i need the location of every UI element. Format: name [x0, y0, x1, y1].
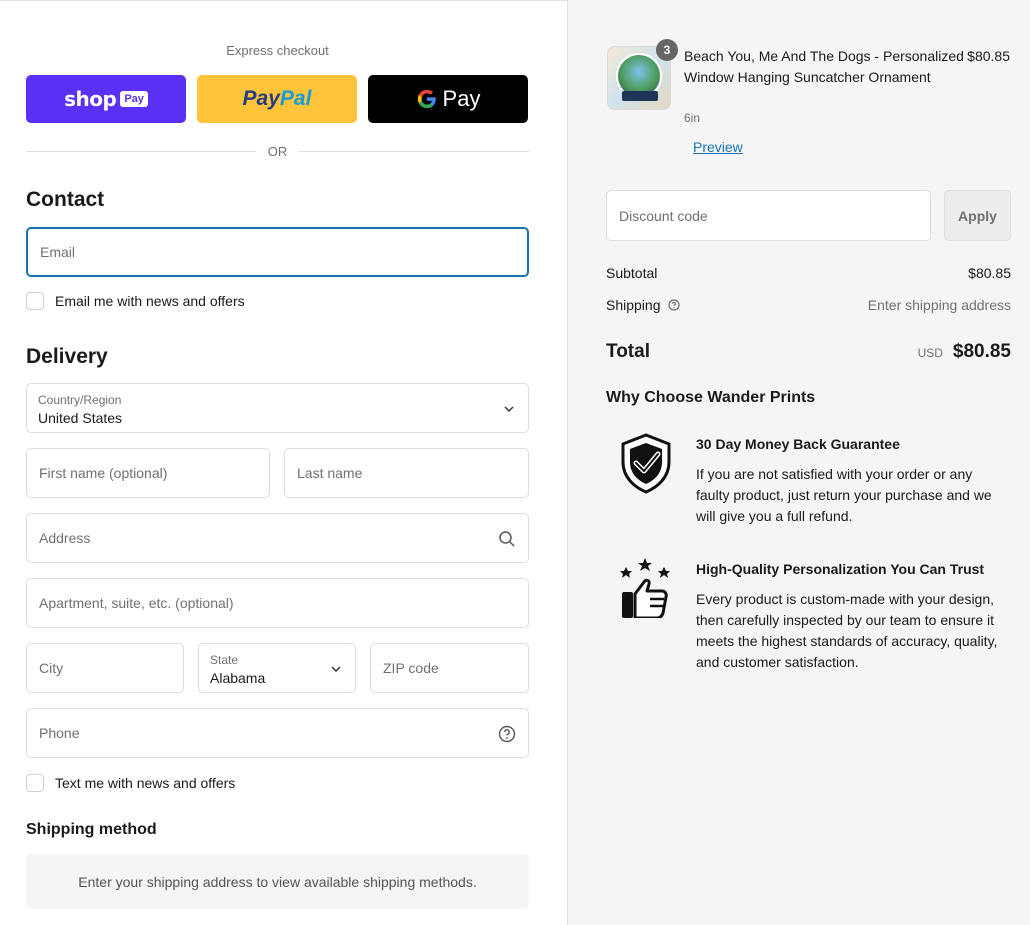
- sms-checkbox-row[interactable]: Text me with news and offers: [26, 774, 235, 792]
- subtotal-value: $80.85: [968, 265, 1011, 281]
- country-select[interactable]: Country/Region United States: [26, 383, 529, 433]
- paypal-button[interactable]: Pay Pal: [197, 75, 357, 123]
- address-input[interactable]: [27, 514, 528, 562]
- shipping-method-heading: Shipping method: [26, 821, 157, 838]
- shop-pay-button[interactable]: shop Pay: [26, 75, 186, 123]
- feature-title-personalization: High-Quality Personalization You Can Tru…: [696, 561, 985, 577]
- or-divider-line-right: [299, 150, 529, 152]
- google-g-icon: [417, 89, 436, 109]
- paypal-word-pay: Pay: [242, 87, 280, 110]
- subtotal-row: Subtotal $80.85: [606, 265, 1011, 281]
- or-divider-line-left: [26, 150, 256, 152]
- google-pay-word: Pay: [442, 86, 481, 111]
- newsletter-checkbox-row[interactable]: Email me with news and offers: [26, 292, 245, 310]
- product-price: $80.85: [967, 48, 1010, 64]
- city-input[interactable]: [27, 644, 183, 692]
- apartment-input[interactable]: [27, 579, 528, 627]
- apply-discount-button[interactable]: Apply: [944, 190, 1011, 241]
- discount-input[interactable]: [607, 191, 930, 240]
- shield-check-icon: [621, 433, 671, 494]
- first-name-field[interactable]: [26, 448, 270, 498]
- product-title: Beach You, Me And The Dogs - Personalize…: [684, 48, 964, 85]
- feature-text-personalization: Every product is custom-made with your d…: [696, 591, 998, 670]
- email-input[interactable]: [28, 229, 527, 275]
- zip-field[interactable]: [370, 643, 529, 693]
- or-divider: OR: [26, 143, 529, 159]
- city-field[interactable]: [26, 643, 184, 693]
- google-pay-button[interactable]: Pay: [368, 75, 528, 123]
- shipping-value: Enter shipping address: [867, 297, 1011, 313]
- state-select[interactable]: State Alabama: [198, 643, 356, 693]
- sms-checkbox[interactable]: [26, 774, 44, 792]
- last-name-field[interactable]: [284, 448, 529, 498]
- or-divider-label: OR: [267, 143, 288, 159]
- feature-title-money-back: 30 Day Money Back Guarantee: [696, 436, 900, 452]
- total-label: Total: [606, 341, 650, 362]
- order-summary-panel: 3 Beach You, Me And The Dogs - Personali…: [567, 0, 1030, 925]
- currency-code: USD: [917, 346, 943, 360]
- chevron-down-icon: [331, 666, 341, 673]
- checkout-form-panel: Express checkout shop Pay Pay Pal Pay OR …: [0, 0, 567, 925]
- quantity-badge: 3: [656, 39, 678, 61]
- search-icon: [499, 531, 515, 547]
- phone-input[interactable]: [27, 709, 528, 757]
- country-value: United States: [38, 410, 123, 426]
- shop-pay-chip: Pay: [120, 91, 148, 107]
- discount-field[interactable]: [606, 190, 931, 241]
- address-field[interactable]: [26, 513, 529, 563]
- phone-field[interactable]: [26, 708, 529, 758]
- total-row: Total USD $80.85: [606, 341, 1011, 363]
- product-image-banner: [622, 91, 658, 101]
- chevron-down-icon: [504, 406, 514, 413]
- newsletter-checkbox[interactable]: [26, 292, 44, 310]
- apartment-field[interactable]: [26, 578, 529, 628]
- preview-link[interactable]: Preview: [693, 139, 743, 155]
- country-label: Country/Region: [38, 393, 122, 407]
- state-value: Alabama: [210, 670, 266, 686]
- thumbs-up-stars-icon: [620, 558, 670, 618]
- last-name-input[interactable]: [285, 449, 528, 497]
- email-field[interactable]: [26, 227, 529, 277]
- subtotal-label: Subtotal: [606, 265, 658, 281]
- first-name-input[interactable]: [27, 449, 269, 497]
- total-value: $80.85: [952, 341, 1011, 362]
- help-circle-icon[interactable]: [668, 299, 680, 311]
- zip-input[interactable]: [371, 644, 528, 692]
- help-circle-icon[interactable]: [498, 725, 516, 743]
- shop-pay-word: shop: [64, 87, 117, 111]
- express-checkout-title: Express checkout: [226, 43, 329, 58]
- newsletter-label: Email me with news and offers: [55, 293, 245, 309]
- shipping-label: Shipping: [606, 297, 661, 313]
- why-choose-heading: Why Choose Wander Prints: [606, 389, 816, 406]
- product-variant: 6in: [684, 111, 701, 125]
- delivery-heading: Delivery: [26, 345, 108, 368]
- feature-text-money-back: If you are not satisfied with your order…: [696, 466, 992, 524]
- shipping-method-placeholder: Enter your shipping address to view avai…: [26, 854, 529, 909]
- sms-label: Text me with news and offers: [55, 775, 236, 791]
- shipping-row: Shipping Enter shipping address: [606, 297, 1011, 313]
- state-label: State: [210, 653, 239, 667]
- paypal-word-pal: Pal: [279, 87, 312, 110]
- contact-heading: Contact: [26, 188, 105, 211]
